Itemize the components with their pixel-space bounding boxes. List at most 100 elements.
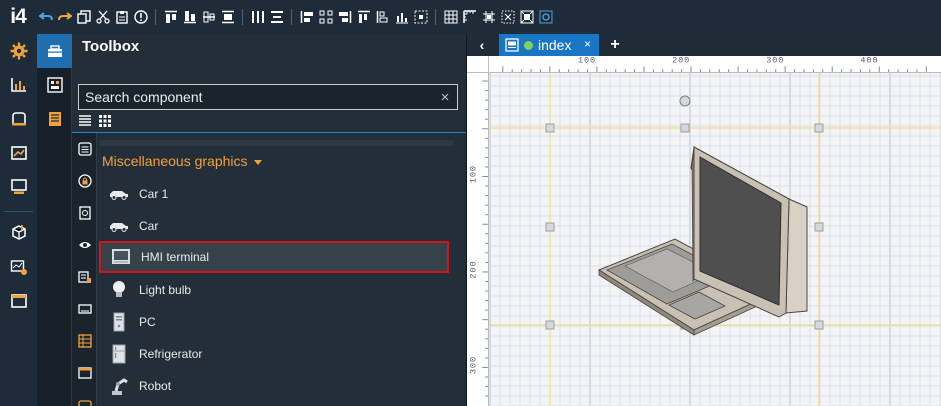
snap-objects-button[interactable]	[498, 0, 517, 34]
category-basic[interactable]	[72, 133, 97, 165]
align-left-icon	[300, 11, 313, 23]
settings-button[interactable]	[0, 34, 37, 68]
device-icon	[11, 112, 26, 126]
redo-icon	[57, 12, 72, 21]
robot-icon	[99, 376, 139, 396]
toolbar-separator	[435, 9, 436, 25]
list-item-pc[interactable]: PC	[99, 306, 449, 338]
canvas-grid[interactable]	[489, 73, 941, 406]
media-icon	[77, 400, 92, 406]
align-top-button[interactable]	[161, 0, 180, 34]
list-item-refrigerator[interactable]: Refrigerator	[99, 338, 449, 370]
category-header[interactable]: Miscellaneous graphics	[102, 153, 262, 169]
pc-icon	[99, 312, 139, 332]
ruler-corner	[467, 56, 489, 73]
paste-button[interactable]	[112, 0, 131, 34]
components-button[interactable]	[37, 68, 72, 102]
editor-area: ‹ index × + 100 200 300 400 100 200 300	[466, 34, 941, 406]
toolbox-button[interactable]	[37, 34, 72, 68]
ruler-label: 100	[469, 165, 479, 183]
app-logo: i4	[10, 5, 27, 28]
info-icon	[133, 10, 148, 24]
tab-label: index	[538, 37, 572, 53]
distribute-v-button[interactable]	[267, 0, 286, 34]
category-visibility[interactable]	[72, 229, 97, 261]
redo-button[interactable]	[55, 0, 74, 34]
undo-button[interactable]	[36, 0, 55, 34]
list-item-car[interactable]: Car	[99, 210, 449, 242]
search-input[interactable]	[79, 85, 433, 109]
lock-icon	[77, 174, 92, 188]
close-tab-button[interactable]: ×	[584, 37, 591, 51]
ruler-label: 100	[578, 56, 596, 66]
category-gauges[interactable]	[72, 197, 97, 229]
toolbox-icon	[47, 45, 62, 57]
category-library[interactable]	[72, 261, 97, 293]
snap-grid-button[interactable]	[479, 0, 498, 34]
align-top-icon	[164, 10, 177, 23]
list-item-robot[interactable]: Robot	[99, 370, 449, 402]
same-height-icon	[376, 11, 387, 23]
terminal-button[interactable]	[0, 170, 37, 204]
dashboard-button[interactable]	[0, 68, 37, 102]
align-left-button[interactable]	[297, 0, 316, 34]
copy-button[interactable]	[74, 0, 93, 34]
ruler-button[interactable]	[460, 0, 479, 34]
distribute-vertical-icon	[270, 11, 283, 23]
same-width-button[interactable]	[354, 0, 373, 34]
ruler-ticks	[502, 66, 927, 72]
design-canvas[interactable]: 100 200 300 400 100 200 300	[467, 56, 941, 406]
align-bottom-button[interactable]	[180, 0, 199, 34]
horizontal-ruler: 100 200 300 400	[489, 56, 941, 73]
tab-scroll-back-button[interactable]: ‹	[470, 34, 494, 56]
distribute-horizontal-icon	[251, 11, 264, 23]
toolbox-title: Toolbox	[82, 38, 140, 55]
align-center-h-button[interactable]	[316, 0, 335, 34]
pages-button[interactable]	[37, 102, 72, 136]
category-tables[interactable]	[72, 325, 97, 357]
group-icon	[414, 10, 427, 24]
category-security[interactable]	[72, 165, 97, 197]
app-window: i4 Toolbox Search component × Miscellane…	[0, 0, 941, 406]
zoom-fit-button[interactable]	[536, 0, 555, 34]
list-view-icon[interactable]	[78, 114, 92, 128]
devices-button[interactable]	[0, 102, 37, 136]
category-title: Miscellaneous graphics	[102, 153, 248, 169]
cut-button[interactable]	[93, 0, 112, 34]
same-height-button[interactable]	[373, 0, 392, 34]
list-item-light-bulb[interactable]: Light bulb	[99, 274, 449, 306]
page-icon	[505, 38, 519, 52]
reports-button[interactable]	[0, 136, 37, 170]
align-right-button[interactable]	[335, 0, 354, 34]
monitoring-button[interactable]	[0, 250, 37, 284]
list-item-car-1[interactable]: Car 1	[99, 178, 449, 210]
ruler-ticks	[482, 80, 488, 397]
window-icon	[77, 367, 92, 379]
window-button[interactable]	[0, 284, 37, 318]
library-icon	[77, 271, 91, 283]
group-button[interactable]	[411, 0, 430, 34]
view-toggles	[78, 114, 112, 128]
same-size-button[interactable]	[392, 0, 411, 34]
gauge-icon	[78, 206, 91, 220]
toolbar-separator	[242, 9, 243, 25]
category-media[interactable]	[72, 389, 97, 406]
grid-button[interactable]	[441, 0, 460, 34]
align-center-v-button[interactable]	[218, 0, 237, 34]
grid-view-icon[interactable]	[98, 114, 112, 128]
tab-index[interactable]: index ×	[499, 34, 599, 56]
info-button[interactable]	[131, 0, 150, 34]
clear-search-button[interactable]: ×	[433, 89, 457, 106]
distribute-h-button[interactable]	[248, 0, 267, 34]
import-button[interactable]	[0, 216, 37, 250]
fit-button[interactable]	[517, 0, 536, 34]
category-containers[interactable]	[72, 293, 97, 325]
ruler-label: 200	[672, 56, 690, 66]
rotate-handle[interactable]	[679, 95, 691, 107]
add-tab-button[interactable]: +	[605, 34, 625, 56]
align-middle-button[interactable]	[199, 0, 218, 34]
list-item-hmi-terminal[interactable]: HMI terminal	[99, 241, 449, 273]
chart-icon	[10, 78, 26, 92]
tab-bar: ‹ index × +	[467, 34, 941, 56]
category-windows[interactable]	[72, 357, 97, 389]
